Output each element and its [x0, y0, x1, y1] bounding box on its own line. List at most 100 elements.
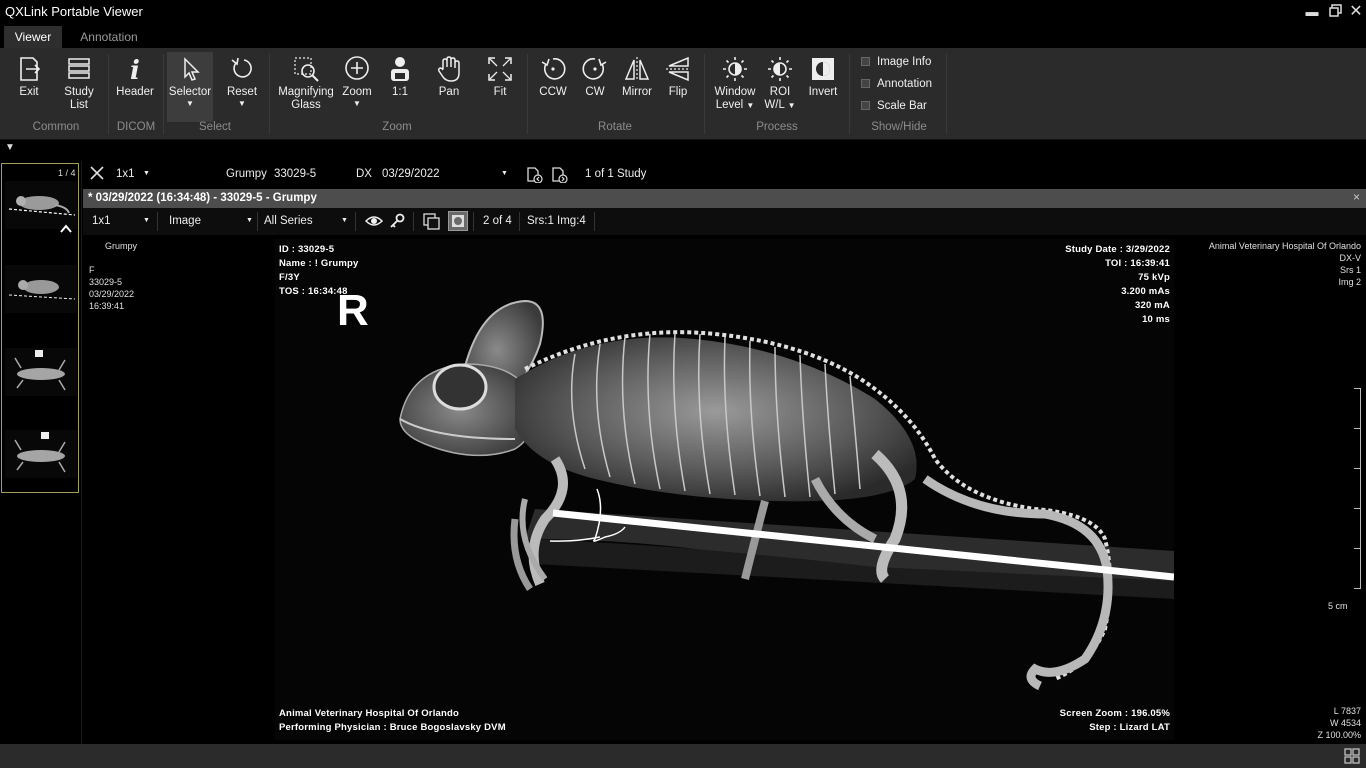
- roi-wl-button[interactable]: ROI W/L ▼: [762, 52, 798, 122]
- chevron-up-icon[interactable]: [58, 221, 74, 237]
- overlay-study-date: Study Date : 3/29/2022: [1065, 244, 1170, 255]
- window-level-info: L 7837 W 4534 Z 100.00%: [1317, 705, 1361, 741]
- annotation-checkbox[interactable]: Annotation: [861, 78, 932, 90]
- toolbar-divider: [594, 212, 595, 231]
- hand-icon: [437, 56, 460, 82]
- key-icon[interactable]: [389, 213, 405, 232]
- orientation-marker: R: [337, 286, 369, 335]
- window-level-button[interactable]: Window Level ▼: [710, 52, 760, 122]
- study-patient-name: Grumpy: [226, 168, 267, 180]
- group-label-process: Process: [756, 121, 798, 133]
- scale-bar: [1354, 388, 1361, 589]
- close-series-icon[interactable]: ×: [1353, 190, 1360, 204]
- overlay-screen-zoom: Screen Zoom : 196.05%: [1059, 708, 1170, 719]
- toolbar-divider: [473, 212, 474, 231]
- eye-icon[interactable]: [364, 214, 384, 231]
- left-patient-name: Grumpy: [105, 241, 138, 251]
- chevron-down-icon[interactable]: ▼: [341, 217, 348, 224]
- zoom-in-icon: [345, 56, 369, 80]
- tab-annotation[interactable]: Annotation: [70, 26, 148, 48]
- fit-icon: [488, 57, 512, 81]
- right-series: Srs 1: [1339, 265, 1361, 275]
- xray-image[interactable]: ID : 33029-5 Name : ! Grumpy F/3Y TOS : …: [275, 239, 1174, 740]
- chevron-down-icon[interactable]: ▼: [246, 217, 253, 224]
- restore-icon[interactable]: [1327, 4, 1343, 20]
- one-to-one-button[interactable]: 1:1: [382, 52, 418, 122]
- info-icon: i: [130, 56, 140, 83]
- study-date: 03/29/2022: [382, 168, 440, 180]
- right-institution: Animal Veterinary Hospital Of Orlando: [1208, 241, 1361, 251]
- chevron-down-icon[interactable]: ▼: [143, 170, 150, 177]
- xray-thumbnail-image: [14, 350, 66, 391]
- previous-study-icon[interactable]: [525, 166, 543, 186]
- left-study-date: 03/29/2022: [89, 289, 135, 299]
- study-modality: DX: [356, 168, 372, 180]
- overlay-sex-age: F/3Y: [279, 272, 300, 283]
- copy-icon[interactable]: [423, 213, 440, 233]
- study-list-icon: [68, 58, 90, 79]
- invert-button[interactable]: Invert: [802, 52, 844, 122]
- viewer-layout-select[interactable]: 1x1: [92, 215, 111, 227]
- thumbnail-count: 1 / 4: [58, 168, 76, 178]
- pan-button[interactable]: Pan: [428, 52, 470, 122]
- exit-icon: [20, 57, 41, 81]
- toolbar-divider: [413, 212, 414, 231]
- close-window-icon[interactable]: ✕: [1348, 4, 1364, 20]
- toolbar-divider: [355, 212, 356, 231]
- grid-layout-icon[interactable]: [1344, 748, 1360, 768]
- study-list-button[interactable]: Study List: [58, 52, 100, 122]
- display-mode-select[interactable]: Image: [169, 215, 201, 227]
- layout-select[interactable]: 1x1: [116, 168, 135, 180]
- rotate-ccw-button[interactable]: CCW: [533, 52, 573, 122]
- collapse-ribbon-icon[interactable]: ▼: [5, 142, 15, 153]
- minimize-icon[interactable]: ▬: [1304, 4, 1320, 20]
- group-divider: [108, 54, 109, 134]
- mirror-button[interactable]: Mirror: [617, 52, 657, 122]
- svg-text:i: i: [130, 56, 140, 83]
- magnifying-glass-button[interactable]: Magnifying Glass: [274, 52, 338, 122]
- viewer-toolbar: 1x1 ▼ Image ▼ All Series ▼ 2 of 4 Srs:1 …: [83, 208, 1366, 235]
- zoom-button[interactable]: Zoom ▼: [338, 52, 376, 122]
- reset-button[interactable]: Reset ▼: [220, 52, 264, 122]
- scale-bar-checkbox[interactable]: Scale Bar: [861, 100, 927, 112]
- series-image-index: Srs:1 Img:4: [527, 215, 586, 227]
- chevron-down-icon: ▼: [238, 99, 246, 108]
- thumbnail-image-4[interactable]: [5, 430, 77, 478]
- tab-viewer[interactable]: Viewer: [4, 26, 62, 48]
- thumbnail-image-2[interactable]: [5, 265, 77, 313]
- chevron-down-icon[interactable]: ▼: [501, 170, 508, 177]
- left-study-time: 16:39:41: [89, 301, 125, 311]
- study-patient-id: 33029-5: [274, 168, 317, 180]
- checkbox-box: [861, 79, 870, 88]
- flip-button[interactable]: Flip: [660, 52, 696, 122]
- toolbar-divider: [257, 212, 258, 231]
- exit-button[interactable]: Exit: [8, 52, 50, 122]
- group-label-common: Common: [32, 121, 80, 133]
- checkbox-box: [861, 101, 870, 110]
- selector-button[interactable]: Selector ▼: [167, 52, 213, 122]
- image-viewport[interactable]: Grumpy F 33029-5 03/29/2022 16:39:41 ID …: [83, 236, 1366, 744]
- fit-button[interactable]: Fit: [480, 52, 520, 122]
- group-label-select: Select: [199, 121, 231, 133]
- thumbnail-image-3[interactable]: [5, 348, 77, 396]
- group-label-rotate: Rotate: [598, 121, 632, 133]
- next-study-icon[interactable]: [550, 166, 568, 186]
- chevron-down-icon[interactable]: ▼: [143, 217, 150, 224]
- chevron-down-icon: ▼: [787, 101, 796, 110]
- ribbon-tabs: Viewer Annotation: [0, 26, 1366, 48]
- series-select[interactable]: All Series: [264, 215, 313, 227]
- toolbar-divider: [519, 212, 520, 231]
- rotate-cw-button[interactable]: CW: [576, 52, 614, 122]
- overlay-toggle-icon[interactable]: [448, 211, 468, 231]
- left-patient-sex: F: [89, 265, 95, 275]
- roi-window-level-icon: [768, 57, 792, 81]
- image-info-checkbox[interactable]: Image Info: [861, 56, 931, 68]
- window-level-icon: [723, 57, 747, 81]
- header-button[interactable]: i Header: [113, 52, 157, 122]
- right-modality: DX-V: [1339, 253, 1361, 263]
- toolbar-divider: [157, 212, 158, 231]
- overlay-kvp: 75 kVp: [1138, 272, 1170, 283]
- close-study-icon[interactable]: [89, 165, 105, 184]
- overlay-institution: Animal Veterinary Hospital Of Orlando: [279, 708, 460, 719]
- rotate-cw-icon: [582, 58, 607, 80]
